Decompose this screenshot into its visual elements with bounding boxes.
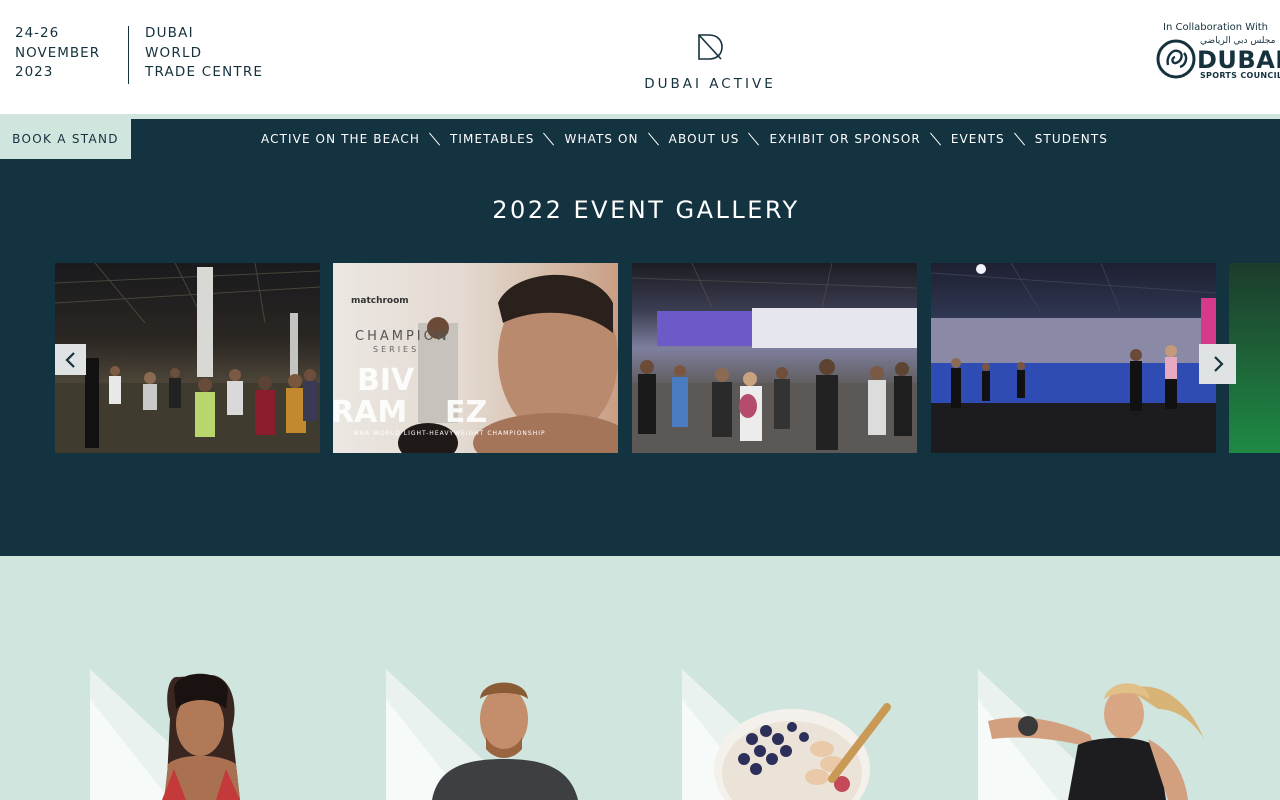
gallery-slide-5[interactable]: [1229, 263, 1280, 453]
nav-item-about-us[interactable]: ABOUT US: [669, 132, 740, 146]
slide-2-name-line-1: BIV: [357, 363, 415, 398]
feature-card-fitness-man[interactable]: [386, 669, 682, 800]
event-gallery-section: 2022 EVENT GALLERY matchroom CHAMPION SE…: [0, 160, 1280, 556]
nav-item-whats-on[interactable]: WHATS ON: [564, 132, 638, 146]
nav-separator: [534, 119, 564, 159]
card-1-image: [90, 669, 240, 800]
dsc-word: DUBAI: [1197, 46, 1280, 74]
card-4-image: [978, 669, 1204, 800]
nav-separator: [921, 119, 951, 159]
slide-2-name-line-2b: EZ: [445, 395, 488, 430]
gallery-slide-3[interactable]: [632, 263, 917, 453]
slide-2-brand: matchroom: [351, 296, 409, 306]
feature-card-nutrition-bowl[interactable]: [682, 669, 978, 800]
gallery-slide-4[interactable]: [931, 263, 1216, 453]
nav-item-students[interactable]: STUDENTS: [1035, 132, 1108, 146]
nav-item-exhibit-or-sponsor[interactable]: EXHIBIT OR SPONSOR: [769, 132, 920, 146]
gallery-slide-1[interactable]: [55, 263, 320, 453]
card-3-image: [682, 669, 891, 800]
gallery-prev-button[interactable]: [55, 344, 86, 375]
nav-separator: [739, 119, 769, 159]
slide-2-series: CHAMPION: [355, 329, 450, 344]
slide-4-photo: [931, 263, 1216, 453]
logo-wordmark: DUBAI ACTIVE: [644, 76, 776, 92]
dubai-active-logo-icon: [698, 34, 723, 60]
slide-2-name-line-2a: RAM: [333, 395, 408, 430]
gallery-next-button[interactable]: [1199, 344, 1236, 384]
dsc-emblem-icon: [1156, 39, 1196, 79]
chevron-right-icon: [1213, 356, 1224, 372]
feature-card-boxing-woman[interactable]: [978, 669, 1274, 800]
gallery-title: 2022 EVENT GALLERY: [492, 196, 800, 224]
slide-2-caption: WBA WORLD LIGHT-HEAVYWEIGHT CHAMPIONSHIP: [353, 430, 546, 437]
site-header: 24-26 NOVEMBER 2023 DUBAI WORLD TRADE CE…: [0, 0, 1280, 114]
venue-line-3: TRADE CENTRE: [145, 64, 264, 80]
feature-card-fitness-woman[interactable]: [90, 669, 386, 800]
dsc-arabic-text: مجلس دبي الرياضي: [1200, 36, 1276, 46]
nav-separator: [420, 119, 450, 159]
date-month: NOVEMBER: [15, 44, 101, 61]
nav-separator: [639, 119, 669, 159]
main-nav: BOOK A STAND ACTIVE ON THE BEACH TIMETAB…: [0, 119, 1280, 160]
card-2-image: [386, 669, 578, 800]
gallery-slide-2[interactable]: matchroom CHAMPION SERIES BIV RAM EZ WBA…: [333, 263, 618, 453]
date-year: 2023: [15, 64, 54, 80]
slide-3-photo: [632, 263, 917, 453]
header-divider: [128, 26, 129, 84]
features-section: [0, 556, 1280, 800]
venue-line-2: WORLD: [145, 44, 203, 61]
collaboration-block[interactable]: In Collaboration With مجلس دبي الرياضي D…: [1150, 22, 1280, 92]
dsc-subtitle: SPORTS COUNCIL: [1200, 71, 1280, 80]
nav-separator: [1005, 119, 1035, 159]
nav-item-timetables[interactable]: TIMETABLES: [450, 132, 535, 146]
date-days: 24-26: [15, 25, 60, 41]
nav-links: ACTIVE ON THE BEACH TIMETABLES WHATS ON …: [261, 119, 1108, 159]
nav-item-active-on-the-beach[interactable]: ACTIVE ON THE BEACH: [261, 132, 420, 146]
dubai-active-logo[interactable]: DUBAI ACTIVE: [600, 32, 820, 92]
event-dates: 24-26 NOVEMBER 2023: [15, 24, 100, 83]
venue-line-1: DUBAI: [145, 25, 194, 41]
collab-label: In Collaboration With: [1163, 22, 1268, 33]
event-venue: DUBAI WORLD TRADE CENTRE: [145, 24, 263, 83]
slide-2-series-sub: SERIES: [373, 345, 420, 354]
chevron-left-icon: [64, 351, 75, 368]
slide-1-photo: [55, 263, 320, 453]
nav-item-events[interactable]: EVENTS: [951, 132, 1005, 146]
book-a-stand-button[interactable]: BOOK A STAND: [0, 119, 131, 159]
dubai-sports-council-logo: مجلس دبي الرياضي DUBAI SPORTS COUNCIL: [1150, 36, 1280, 85]
